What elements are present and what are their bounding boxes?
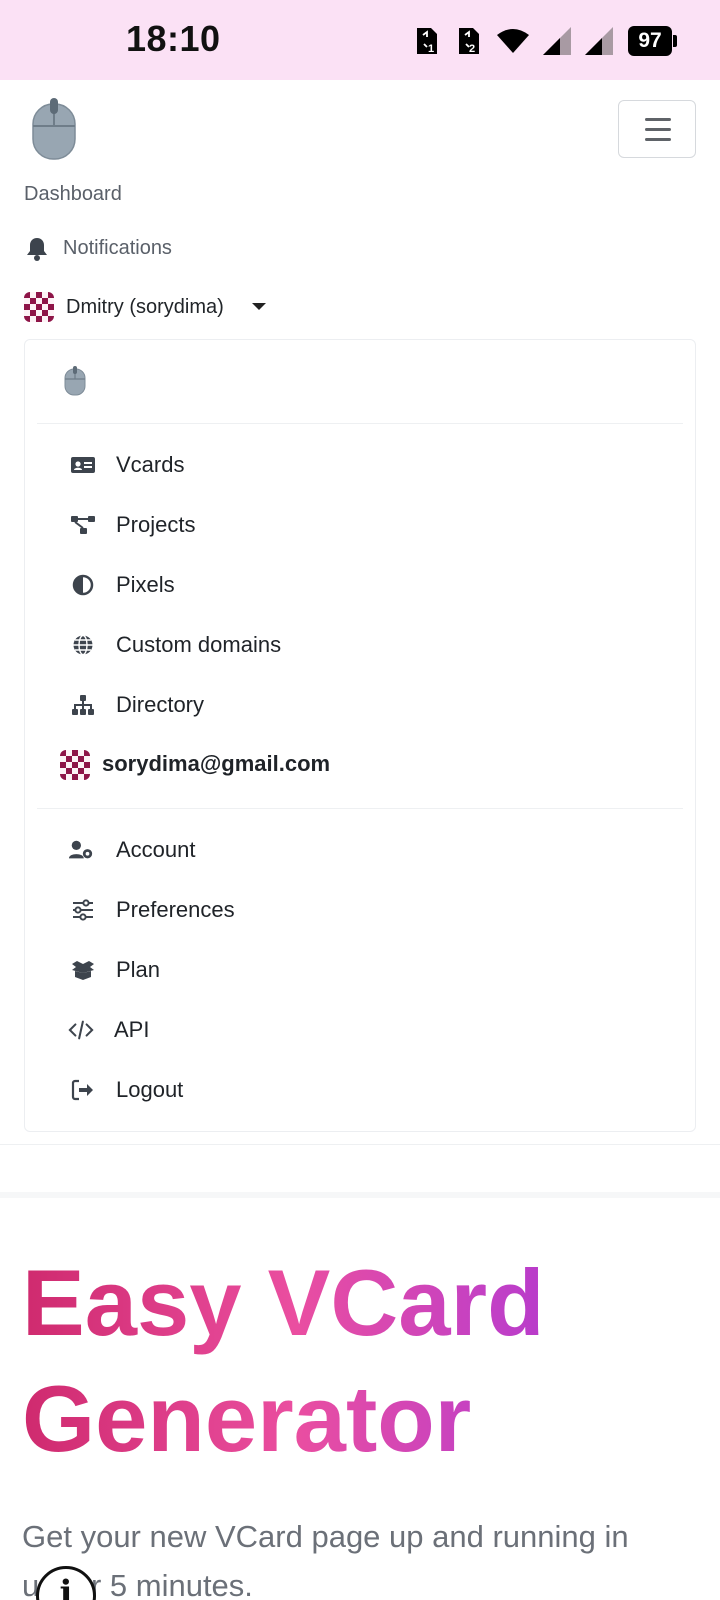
menu-item-account[interactable]: Account bbox=[36, 824, 682, 876]
box-open-icon bbox=[72, 961, 94, 980]
dropdown-divider bbox=[37, 423, 683, 424]
project-diagram-icon bbox=[71, 516, 95, 534]
status-time: 18:10 bbox=[126, 18, 221, 59]
sitemap-icon bbox=[72, 695, 94, 715]
hero-title-line-1: Easy VCard bbox=[22, 1250, 545, 1355]
sim-1-number: 1 bbox=[428, 43, 434, 55]
battery-icon: 97 bbox=[628, 26, 677, 56]
id-card-icon bbox=[71, 457, 95, 473]
signal-1-icon bbox=[543, 27, 571, 55]
globe-icon bbox=[73, 634, 93, 656]
menu-item-label: Custom domains bbox=[116, 632, 282, 657]
sim-1-icon: 1 bbox=[417, 28, 437, 55]
signal-2-icon bbox=[585, 27, 613, 55]
menu-item-label: Projects bbox=[116, 512, 196, 537]
hero-subtitle: Get your new VCard page up and running i… bbox=[22, 1519, 629, 1600]
hero-title: Easy VCard Generator bbox=[22, 1245, 702, 1477]
user-menu-toggle[interactable]: Dmitry (sorydima) bbox=[66, 296, 224, 319]
caret-down-icon[interactable] bbox=[252, 303, 266, 310]
navbar-toggle-button[interactable] bbox=[618, 100, 696, 158]
hero-title-line-2: Generator bbox=[22, 1366, 472, 1471]
menu-item-projects[interactable]: Projects bbox=[36, 499, 682, 551]
bell-icon bbox=[27, 238, 47, 261]
section-divider bbox=[0, 1192, 720, 1198]
menu-item-label: Preferences bbox=[116, 897, 235, 922]
menu-item-custom-domains[interactable]: Custom domains bbox=[36, 619, 682, 671]
half-circle-icon bbox=[72, 574, 94, 596]
avatar bbox=[60, 750, 90, 780]
menu-item-plan[interactable]: Plan bbox=[36, 944, 682, 996]
menu-item-api[interactable]: API bbox=[36, 1004, 682, 1056]
code-icon bbox=[68, 1020, 94, 1040]
nav-notifications-link[interactable]: Notifications bbox=[63, 237, 172, 260]
navbar-bottom-border bbox=[0, 1144, 720, 1145]
menu-item-preferences[interactable]: Preferences bbox=[36, 884, 682, 936]
nav-dashboard-link[interactable]: Dashboard bbox=[24, 183, 122, 206]
avatar[interactable] bbox=[24, 292, 54, 322]
menu-item-label: Pixels bbox=[116, 572, 175, 597]
mouse-logo-icon[interactable] bbox=[30, 98, 78, 162]
menu-item-label: Account bbox=[116, 837, 196, 862]
sign-out-icon bbox=[71, 1079, 93, 1101]
menu-item-logout[interactable]: Logout bbox=[36, 1064, 682, 1116]
sliders-icon bbox=[73, 899, 93, 921]
menu-item-vcards[interactable]: Vcards bbox=[36, 439, 682, 491]
user-cog-icon bbox=[68, 840, 93, 859]
sim-2-number: 2 bbox=[469, 43, 475, 55]
wifi-icon bbox=[497, 29, 529, 53]
battery-level: 97 bbox=[628, 26, 672, 56]
menu-item-label: Vcards bbox=[116, 452, 185, 477]
menu-item-pixels[interactable]: Pixels bbox=[36, 559, 682, 611]
mouse-logo-icon bbox=[64, 366, 86, 396]
user-email: sorydima@gmail.com bbox=[102, 751, 331, 776]
menu-item-label: Directory bbox=[116, 692, 205, 717]
menu-item-label: Plan bbox=[116, 957, 161, 982]
sim-2-icon: 2 bbox=[459, 28, 479, 55]
dropdown-divider bbox=[37, 808, 683, 809]
menu-item-label: API bbox=[114, 1017, 150, 1042]
menu-item-directory[interactable]: Directory bbox=[36, 679, 682, 731]
menu-item-label: Logout bbox=[116, 1077, 184, 1102]
status-bar: 18:10 1 2 97 bbox=[0, 0, 720, 80]
